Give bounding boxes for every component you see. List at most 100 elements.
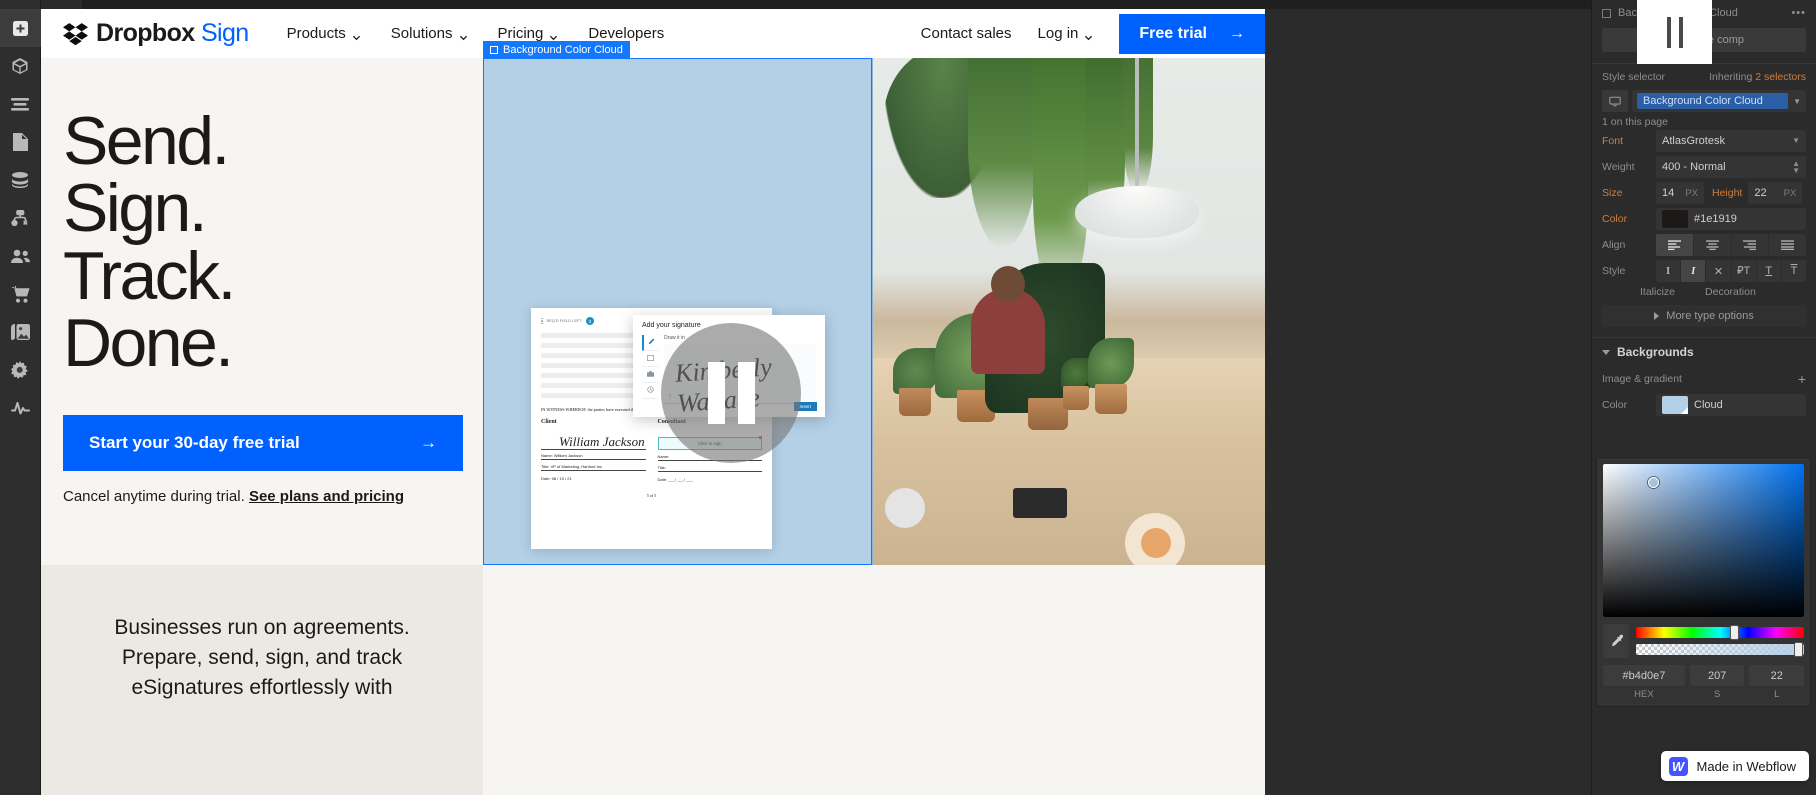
color-picker-popup[interactable]: #b4d0e7 207 22 HEX S L	[1596, 457, 1811, 707]
camera-icon	[646, 370, 654, 379]
pulse-icon	[10, 401, 30, 415]
rail-item-users[interactable]	[0, 237, 41, 275]
brand-logo[interactable]: Dropbox Sign	[63, 19, 249, 48]
design-canvas[interactable]: Dropbox Sign Products Solutions Pricing	[41, 0, 1816, 795]
rail-item-assets[interactable]	[0, 313, 41, 351]
hue-slider[interactable]	[1636, 625, 1804, 640]
color-label: Color	[1602, 213, 1628, 225]
hue-thumb[interactable]	[1730, 625, 1740, 640]
chevron-down-icon	[549, 29, 558, 41]
font-select[interactable]: AtlasGrotesk ▼	[1656, 130, 1806, 152]
style-selector-label: Style selector	[1602, 71, 1666, 83]
style-selector-header: Style selector Inheriting 2 selectors	[1592, 64, 1816, 90]
nav-link-contact-sales[interactable]: Contact sales	[921, 25, 1012, 42]
saturation-value-area[interactable]	[1603, 464, 1804, 617]
rail-item-audit[interactable]	[0, 389, 41, 427]
layers-list-icon	[11, 97, 29, 111]
made-in-webflow-badge[interactable]: W Made in Webflow	[1660, 751, 1809, 781]
tab-draw[interactable]	[642, 335, 658, 351]
dropbox-logo-icon	[63, 21, 88, 46]
left-toolbar	[0, 0, 41, 795]
style-row: Style I I ✕ ⃏T T T	[1592, 258, 1816, 284]
line-height-input[interactable]: 22 PX	[1748, 182, 1803, 204]
hero-section: Send. Sign. Track. Done. Start your 30-d…	[41, 41, 1265, 565]
height-label: Height	[1712, 187, 1743, 199]
background-color-input[interactable]: Cloud	[1656, 394, 1806, 416]
video-pause-overlay-button[interactable]	[661, 323, 801, 463]
chevron-right-icon	[1654, 312, 1660, 320]
picker-label-3: L	[1774, 689, 1780, 700]
add-background-icon[interactable]: +	[1798, 371, 1806, 387]
rail-item-navigator[interactable]	[0, 85, 41, 123]
hero-photo	[873, 58, 1265, 565]
tab-type[interactable]	[642, 351, 658, 367]
background-color-swatch[interactable]	[1662, 396, 1688, 414]
align-right-button[interactable]	[1731, 234, 1769, 256]
tab-upload[interactable]	[642, 367, 658, 383]
alpha-slider[interactable]	[1636, 642, 1804, 657]
underline-button[interactable]: T	[1756, 260, 1781, 282]
pause-bar-left-icon	[1666, 16, 1671, 48]
rail-item-ecommerce[interactable]	[0, 275, 41, 313]
picker-field-3[interactable]: 22	[1749, 665, 1805, 686]
chevron-down-icon: ▼	[1792, 136, 1800, 146]
rail-item-add-elements[interactable]	[0, 9, 41, 47]
hero-cloud-background[interactable]: Background Color Cloud REQ'D FIELD LEFT …	[483, 41, 873, 565]
headline-line-1: Send.	[63, 103, 230, 179]
headline-line-3: Track.	[63, 237, 236, 314]
hex-input[interactable]: #b4d0e7	[1603, 665, 1685, 686]
page-title: Send. Sign. Track. Done.	[63, 103, 483, 377]
pause-overlay-card[interactable]	[1637, 0, 1712, 64]
pause-bar-right-icon	[1678, 16, 1683, 48]
nav-link-login[interactable]: Log in	[1038, 25, 1094, 42]
checkbox-icon[interactable]	[1602, 8, 1611, 18]
image-gradient-label: Image & gradient	[1602, 373, 1682, 385]
text-color-input[interactable]: #1e1919	[1656, 208, 1806, 230]
color-picker-handle[interactable]	[1648, 477, 1659, 488]
rendered-site[interactable]: Dropbox Sign Products Solutions Pricing	[41, 9, 1265, 795]
alpha-thumb[interactable]	[1793, 642, 1803, 657]
italicize-caption: Italicize	[1640, 286, 1676, 298]
nav-link-products[interactable]: Products	[287, 25, 361, 42]
clock-icon	[646, 386, 654, 395]
rail-item-cms[interactable]	[0, 161, 41, 199]
eyedropper-button[interactable]	[1603, 624, 1629, 658]
backgrounds-section-header[interactable]: Backgrounds	[1592, 338, 1816, 366]
see-plans-and-pricing-link[interactable]: See plans and pricing	[249, 488, 404, 505]
selector-row: Background Color Cloud ▼	[1592, 90, 1816, 112]
trial-subtext: Cancel anytime during trial. See plans a…	[63, 488, 404, 506]
strikethrough-button[interactable]: ⃏T	[1731, 260, 1756, 282]
rail-item-components[interactable]	[0, 47, 41, 85]
free-trial-button[interactable]: Free trial →	[1119, 13, 1265, 54]
size-height-row: Size 14 PX Height 22 PX	[1592, 180, 1816, 206]
rail-item-settings[interactable]	[0, 351, 41, 389]
align-justify-button[interactable]	[1769, 234, 1806, 256]
picker-field-2[interactable]: 207	[1689, 665, 1745, 686]
selector-field[interactable]: Background Color Cloud ▼	[1632, 90, 1806, 112]
arrow-right-icon: →	[420, 433, 437, 453]
tab-smartphone[interactable]	[642, 383, 658, 399]
start-free-trial-button[interactable]: Start your 30-day free trial →	[63, 415, 463, 472]
more-type-options-button[interactable]: More type options	[1602, 305, 1806, 327]
pen-icon	[648, 338, 655, 347]
nav-link-pricing[interactable]: Pricing	[498, 25, 559, 42]
font-size-input[interactable]: 14 PX	[1656, 182, 1704, 204]
rail-item-pages[interactable]	[0, 123, 41, 161]
breakpoint-desktop-icon[interactable]	[1602, 90, 1628, 112]
more-options-icon[interactable]: •••	[1791, 7, 1806, 19]
italic-button[interactable]: I	[1681, 260, 1706, 282]
selection-badge[interactable]: Background Color Cloud	[483, 41, 630, 58]
text-color-swatch[interactable]	[1662, 210, 1688, 228]
nav-link-solutions[interactable]: Solutions	[391, 25, 468, 42]
overline-button[interactable]: T	[1781, 260, 1807, 282]
nav-link-developers[interactable]: Developers	[588, 25, 664, 42]
color-row: Color #1e1919	[1592, 206, 1816, 232]
nav-right-actions: Contact sales Log in Free trial →	[921, 13, 1265, 54]
weight-select[interactable]: 400 - Normal ▲ ▼	[1656, 156, 1806, 178]
upright-button[interactable]: I	[1656, 260, 1681, 282]
rail-item-logic[interactable]	[0, 199, 41, 237]
align-left-button[interactable]	[1656, 234, 1693, 256]
canvas-top-strip	[82, 0, 1591, 9]
align-center-button[interactable]	[1693, 234, 1731, 256]
decoration-none-button[interactable]: ✕	[1706, 260, 1731, 282]
